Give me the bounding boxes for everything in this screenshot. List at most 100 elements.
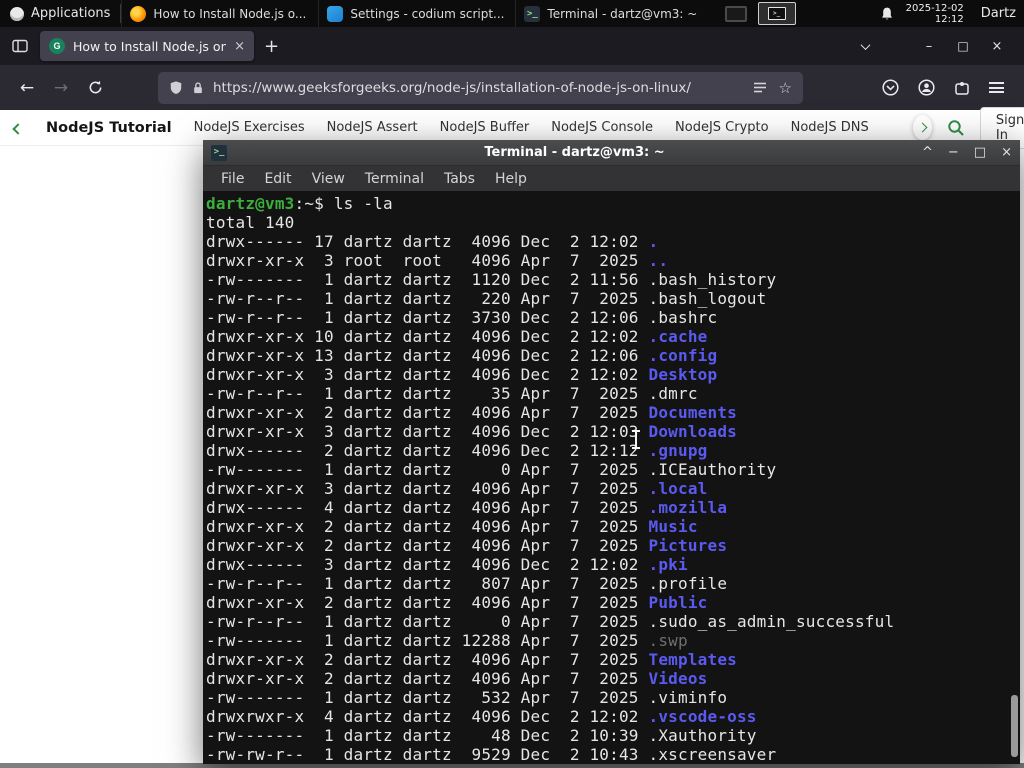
- gfg-link-exercises[interactable]: NodeJS Exercises: [194, 120, 305, 135]
- taskbar-button-terminal[interactable]: >_ Terminal - dartz@vm3: ~: [515, 0, 712, 27]
- file-meta: drwxr-xr-x 10 dartz dartz 4096 Dec 2 12:…: [206, 327, 649, 346]
- gfg-link-console[interactable]: NodeJS Console: [551, 120, 653, 135]
- file-meta: -rw------- 1 dartz dartz 1120 Dec 2 11:5…: [206, 270, 649, 289]
- file-name: Downloads: [648, 422, 737, 441]
- menu-file[interactable]: File: [211, 171, 254, 187]
- extensions-icon[interactable]: [954, 80, 970, 96]
- file-name: .vscode-oss: [648, 707, 757, 726]
- gfg-link-buffer[interactable]: NodeJS Buffer: [440, 120, 530, 135]
- file-meta: -rw-r--r-- 1 dartz dartz 3730 Dec 2 12:0…: [206, 308, 649, 327]
- file-name: .swp: [648, 631, 688, 650]
- gfg-link-crypto[interactable]: NodeJS Crypto: [675, 120, 769, 135]
- file-name: .pki: [648, 555, 688, 574]
- typed-command: ls -la: [333, 194, 393, 213]
- gfg-favicon: G: [49, 38, 65, 54]
- gfg-active-section[interactable]: NodeJS Tutorial: [46, 120, 172, 136]
- taskbar-button-vscodium[interactable]: Settings - codium script...: [318, 0, 515, 27]
- menu-edit[interactable]: Edit: [254, 171, 301, 187]
- terminal-shade-button[interactable]: ^: [922, 145, 933, 160]
- reader-mode-icon[interactable]: [753, 81, 767, 94]
- file-name: .mozilla: [648, 498, 728, 517]
- shield-icon[interactable]: [169, 80, 183, 95]
- terminal-output-line: -rw------- 1 dartz dartz 0 Apr 7 2025 .I…: [206, 460, 1020, 479]
- terminal-output-line: drwxr-xr-x 13 dartz dartz 4096 Dec 2 12:…: [206, 346, 1020, 365]
- forward-button[interactable]: →: [44, 72, 78, 104]
- file-meta: drwx------ 2 dartz dartz 4096 Dec 2 12:1…: [206, 441, 649, 460]
- window-maximize-button[interactable]: □: [946, 39, 980, 53]
- terminal-total-line: total 140: [206, 213, 295, 232]
- nav-scroll-left-icon[interactable]: [12, 118, 24, 137]
- terminal-window: >_ Terminal - dartz@vm3: ~ ^ − □ × File …: [203, 140, 1020, 764]
- file-name: .gnupg: [648, 441, 708, 460]
- terminal-prompt-line: dartz@vm3:~$ ls -la: [206, 194, 1020, 213]
- reload-button[interactable]: [78, 72, 112, 104]
- gfg-link-dns[interactable]: NodeJS DNS: [791, 120, 869, 135]
- menu-hamburger-icon[interactable]: [989, 82, 1004, 93]
- terminal-maximize-button[interactable]: □: [974, 145, 986, 160]
- terminal-output-line: -rw------- 1 dartz dartz 532 Apr 7 2025 …: [206, 688, 1020, 707]
- url-text[interactable]: https://www.geeksforgeeks.org/node-js/in…: [213, 80, 744, 96]
- file-name: .xscreensaver: [648, 745, 777, 764]
- menu-tabs[interactable]: Tabs: [434, 171, 485, 187]
- tray-display-icon[interactable]: [724, 5, 747, 22]
- terminal-output-line: -rw------- 1 dartz dartz 1120 Dec 2 11:5…: [206, 270, 1020, 289]
- file-name: Videos: [648, 669, 708, 688]
- terminal-output-line: drwxr-xr-x 3 root root 4096 Apr 7 2025 .…: [206, 251, 1020, 270]
- terminal-output-line: drwxr-xr-x 3 dartz dartz 4096 Dec 2 12:0…: [206, 422, 1020, 441]
- taskbar-button-firefox[interactable]: How to Install Node.js o...: [121, 0, 318, 27]
- terminal-minimize-button[interactable]: −: [948, 145, 959, 160]
- file-name: .local: [648, 479, 708, 498]
- firefox-view-icon[interactable]: [10, 36, 30, 56]
- mouse-text-cursor: [632, 430, 640, 449]
- file-meta: drwxrwxr-x 4 dartz dartz 4096 Dec 2 12:0…: [206, 707, 649, 726]
- panel-clock[interactable]: 2025-12-02 12:12: [906, 3, 964, 25]
- prompt-suffix: :~$: [294, 194, 334, 213]
- list-tabs-chevron-icon[interactable]: [848, 39, 882, 54]
- file-meta: drwx------ 17 dartz dartz 4096 Dec 2 12:…: [206, 232, 649, 251]
- terminal-output-line: -rw-r--r-- 1 dartz dartz 35 Apr 7 2025 .…: [206, 384, 1020, 403]
- terminal-output-line: drwxr-xr-x 2 dartz dartz 4096 Apr 7 2025…: [206, 536, 1020, 555]
- file-meta: -rw-r--r-- 1 dartz dartz 807 Apr 7 2025: [206, 574, 649, 593]
- terminal-body[interactable]: dartz@vm3:~$ ls -la total 140 drwx------…: [203, 191, 1020, 764]
- file-name: Public: [648, 593, 708, 612]
- menu-terminal[interactable]: Terminal: [355, 171, 434, 187]
- applications-menu-button[interactable]: Applications: [0, 0, 120, 27]
- menu-help[interactable]: Help: [485, 171, 537, 187]
- notifications-bell-icon[interactable]: [879, 6, 895, 22]
- pocket-icon[interactable]: [882, 79, 899, 96]
- active-tray-button[interactable]: >_: [757, 2, 796, 25]
- terminal-output-line: drwxrwxr-x 4 dartz dartz 4096 Dec 2 12:0…: [206, 707, 1020, 726]
- file-meta: -rw------- 1 dartz dartz 48 Dec 2 10:39: [206, 726, 649, 745]
- window-minimize-button[interactable]: –: [912, 39, 946, 54]
- file-name: ..: [648, 251, 669, 270]
- terminal-titlebar[interactable]: >_ Terminal - dartz@vm3: ~ ^ − □ ×: [203, 140, 1020, 166]
- file-meta: -rw-r--r-- 1 dartz dartz 35 Apr 7 2025: [206, 384, 649, 403]
- browser-tab[interactable]: G How to Install Node.js on... ×: [40, 31, 254, 61]
- toolbar-right-icons: [882, 79, 1014, 96]
- back-button[interactable]: ←: [10, 72, 44, 104]
- menu-view[interactable]: View: [302, 171, 355, 187]
- account-icon[interactable]: [918, 79, 935, 96]
- terminal-output-line: drwxr-xr-x 2 dartz dartz 4096 Apr 7 2025…: [206, 593, 1020, 612]
- panel-user-label[interactable]: Dartz: [975, 6, 1016, 21]
- lock-icon[interactable]: [192, 81, 204, 95]
- file-meta: drwx------ 3 dartz dartz 4096 Dec 2 12:0…: [206, 555, 649, 574]
- file-meta: drwxr-xr-x 2 dartz dartz 4096 Apr 7 2025: [206, 669, 649, 688]
- nav-scroll-right-icon[interactable]: [912, 115, 932, 140]
- gfg-link-assert[interactable]: NodeJS Assert: [327, 120, 418, 135]
- window-close-button[interactable]: ×: [980, 39, 1014, 54]
- firefox-icon: [130, 5, 147, 22]
- task-label: How to Install Node.js o...: [153, 6, 307, 21]
- terminal-close-button[interactable]: ×: [1001, 145, 1012, 160]
- bookmark-star-icon[interactable]: ☆: [779, 79, 792, 97]
- search-icon[interactable]: [947, 119, 965, 137]
- new-tab-button[interactable]: +: [264, 36, 279, 57]
- tab-title: How to Install Node.js on...: [73, 38, 227, 54]
- url-bar[interactable]: https://www.geeksforgeeks.org/node-js/in…: [158, 71, 803, 104]
- task-label: Terminal - dartz@vm3: ~: [547, 6, 698, 21]
- terminal-scrollbar-thumb[interactable]: [1011, 695, 1018, 757]
- terminal-output-line: drwxr-xr-x 2 dartz dartz 4096 Apr 7 2025…: [206, 403, 1020, 422]
- terminal-output-line: drwxr-xr-x 3 dartz dartz 4096 Dec 2 12:0…: [206, 365, 1020, 384]
- tab-close-icon[interactable]: ×: [234, 39, 245, 54]
- file-name: .profile: [648, 574, 728, 593]
